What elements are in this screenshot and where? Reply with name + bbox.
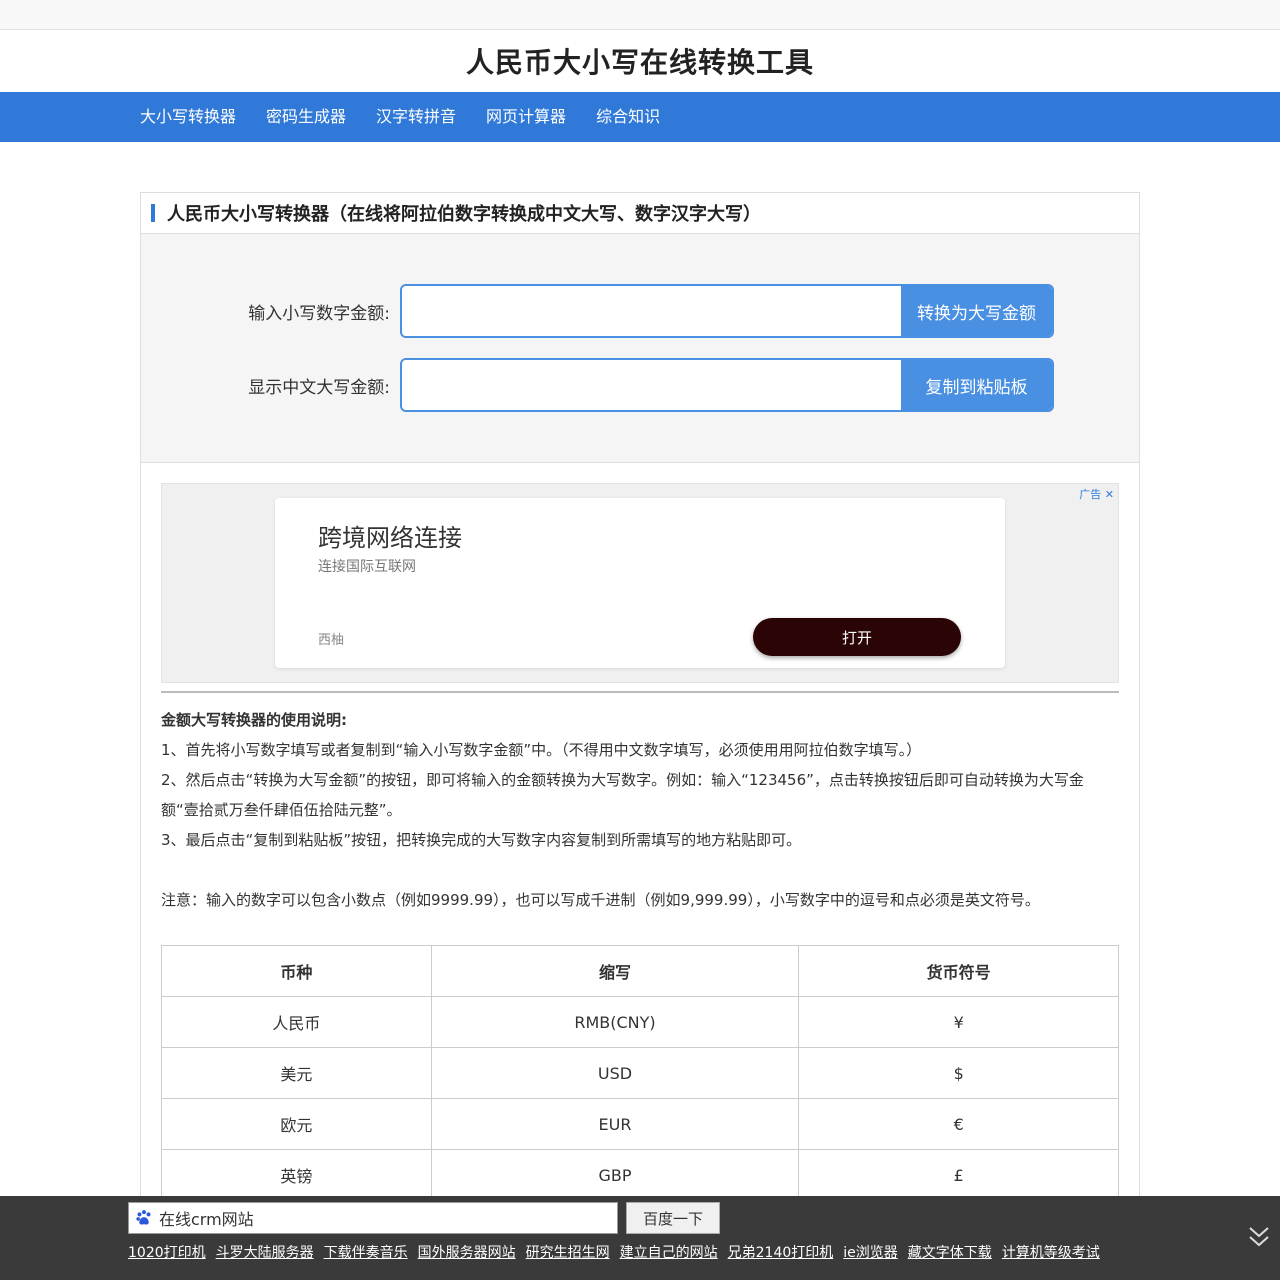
instructions: 金额大写转换器的使用说明: 1、首先将小写数字填写或者复制到“输入小写数字金额”… <box>161 705 1119 915</box>
table-row: 美元 USD $ <box>161 1047 1119 1099</box>
output-label: 显示中文大写金额: <box>248 377 390 398</box>
input-row: 输入小写数字金额: 转换为大写金额 <box>237 284 1139 338</box>
table-cell: 欧元 <box>161 1098 432 1150</box>
instruction-step: 1、首先将小写数字填写或者复制到“输入小写数字金额”中。（不得用中文数字填写，必… <box>161 741 922 759</box>
close-icon: ✕ <box>1104 488 1114 501</box>
table-row: 人民币 RMB(CNY) ¥ <box>161 996 1119 1048</box>
table-cell: EUR <box>430 1098 800 1150</box>
hot-link[interactable]: ie浏览器 <box>843 1242 898 1262</box>
ad-card[interactable]: 跨境网络连接 连接国际互联网 西柚 打开 <box>275 498 1005 668</box>
instruction-note: 注意：输入的数字可以包含小数点（例如9999.99），也可以写成千进制（例如9,… <box>161 891 1040 909</box>
output-row: 显示中文大写金额: 复制到粘贴板 <box>237 358 1139 412</box>
hot-link[interactable]: 藏文字体下载 <box>908 1242 992 1262</box>
hot-links: 1020打印机 斗罗大陆服务器 下载伴奏音乐 国外服务器网站 研究生招生网 建立… <box>128 1242 1110 1262</box>
ad-banner: 广告 ✕ 跨境网络连接 连接国际互联网 西柚 打开 <box>161 483 1119 683</box>
nav-item-calculator[interactable]: 网页计算器 <box>471 92 581 142</box>
table-cell: 美元 <box>161 1047 432 1099</box>
table-cell: $ <box>798 1047 1119 1099</box>
nav-item-pinyin[interactable]: 汉字转拼音 <box>361 92 471 142</box>
instruction-step: 2、然后点击“转换为大写金额”的按钮，即可将输入的金额转换为大写数字。例如：输入… <box>161 771 1084 819</box>
hot-link[interactable]: 计算机等级考试 <box>1002 1242 1100 1262</box>
ad-brand: 西柚 <box>318 633 345 648</box>
title-accent-bar <box>151 204 155 222</box>
table-row: 欧元 EUR € <box>161 1098 1119 1150</box>
nav-item-password-generator[interactable]: 密码生成器 <box>251 92 361 142</box>
site-header: 人民币大小写在线转换工具 <box>0 30 1280 92</box>
bottom-search-bar: 在线crm网站 百度一下 1020打印机 斗罗大陆服务器 下载伴奏音乐 国外服务… <box>0 1196 1280 1280</box>
column-header: 币种 <box>161 945 432 997</box>
ad-close[interactable]: 广告 ✕ <box>1079 486 1114 502</box>
table-cell: RMB(CNY) <box>430 996 800 1048</box>
input-label: 输入小写数字金额: <box>248 303 390 324</box>
search-input[interactable]: 在线crm网站 <box>128 1202 618 1234</box>
table-row: 英镑 GBP £ <box>161 1149 1119 1201</box>
divider <box>161 691 1119 693</box>
nav-item-knowledge[interactable]: 综合知识 <box>581 92 675 142</box>
table-cell: £ <box>798 1149 1119 1201</box>
table-cell: GBP <box>430 1149 800 1201</box>
top-strip <box>0 0 1280 30</box>
copy-button[interactable]: 复制到粘贴板 <box>901 360 1052 410</box>
hot-link[interactable]: 斗罗大陆服务器 <box>216 1242 314 1262</box>
main-nav: 大小写转换器 密码生成器 汉字转拼音 网页计算器 综合知识 <box>0 92 1280 142</box>
search-button[interactable]: 百度一下 <box>626 1202 720 1234</box>
amount-input[interactable] <box>402 286 901 336</box>
card-header: 人民币大小写转换器（在线将阿拉伯数字转换成中文大写、数字汉字大写） <box>141 193 1139 234</box>
nav-item-case-converter[interactable]: 大小写转换器 <box>140 92 251 142</box>
instructions-heading: 金额大写转换器的使用说明: <box>161 711 347 729</box>
table-cell: 英镑 <box>161 1149 432 1201</box>
ad-title: 跨境网络连接 <box>318 524 462 552</box>
chevron-double-down-icon[interactable] <box>1248 1224 1270 1250</box>
hot-link[interactable]: 下载伴奏音乐 <box>324 1242 408 1262</box>
hot-link[interactable]: 兄弟2140打印机 <box>728 1242 834 1262</box>
card-title: 人民币大小写转换器（在线将阿拉伯数字转换成中文大写、数字汉字大写） <box>167 204 761 225</box>
hot-link[interactable]: 建立自己的网站 <box>620 1242 718 1262</box>
table-cell: € <box>798 1098 1119 1150</box>
table-cell: ¥ <box>798 996 1119 1048</box>
hot-link[interactable]: 1020打印机 <box>128 1242 206 1262</box>
convert-button[interactable]: 转换为大写金额 <box>901 286 1052 336</box>
ad-open-button[interactable]: 打开 <box>753 618 961 656</box>
output-group: 复制到粘贴板 <box>400 358 1054 412</box>
converter-panel: 输入小写数字金额: 转换为大写金额 显示中文大写金额: 复制到粘贴板 <box>141 234 1139 463</box>
instruction-step: 3、最后点击“复制到粘贴板”按钮，把转换完成的大写数字内容复制到所需填写的地方粘… <box>161 831 802 849</box>
table-cell: USD <box>430 1047 800 1099</box>
main-card: 人民币大小写转换器（在线将阿拉伯数字转换成中文大写、数字汉字大写） 输入小写数字… <box>140 192 1140 1202</box>
ad-subtitle: 连接国际互联网 <box>318 559 416 575</box>
ad-mark-label: 广告 <box>1079 488 1102 501</box>
column-header: 缩写 <box>430 945 800 997</box>
table-cell: 人民币 <box>161 996 432 1048</box>
hot-link[interactable]: 国外服务器网站 <box>418 1242 516 1262</box>
hot-link[interactable]: 研究生招生网 <box>526 1242 610 1262</box>
input-group: 转换为大写金额 <box>400 284 1054 338</box>
search-value: 在线crm网站 <box>159 1210 254 1229</box>
result-output[interactable] <box>402 360 901 410</box>
site-title: 人民币大小写在线转换工具 <box>465 46 814 79</box>
baidu-paw-icon <box>136 1210 151 1225</box>
table-header-row: 币种 缩写 货币符号 <box>161 945 1119 997</box>
currency-table: 币种 缩写 货币符号 人民币 RMB(CNY) ¥ 美元 USD $ 欧元 EU… <box>161 945 1119 1201</box>
column-header: 货币符号 <box>798 945 1119 997</box>
